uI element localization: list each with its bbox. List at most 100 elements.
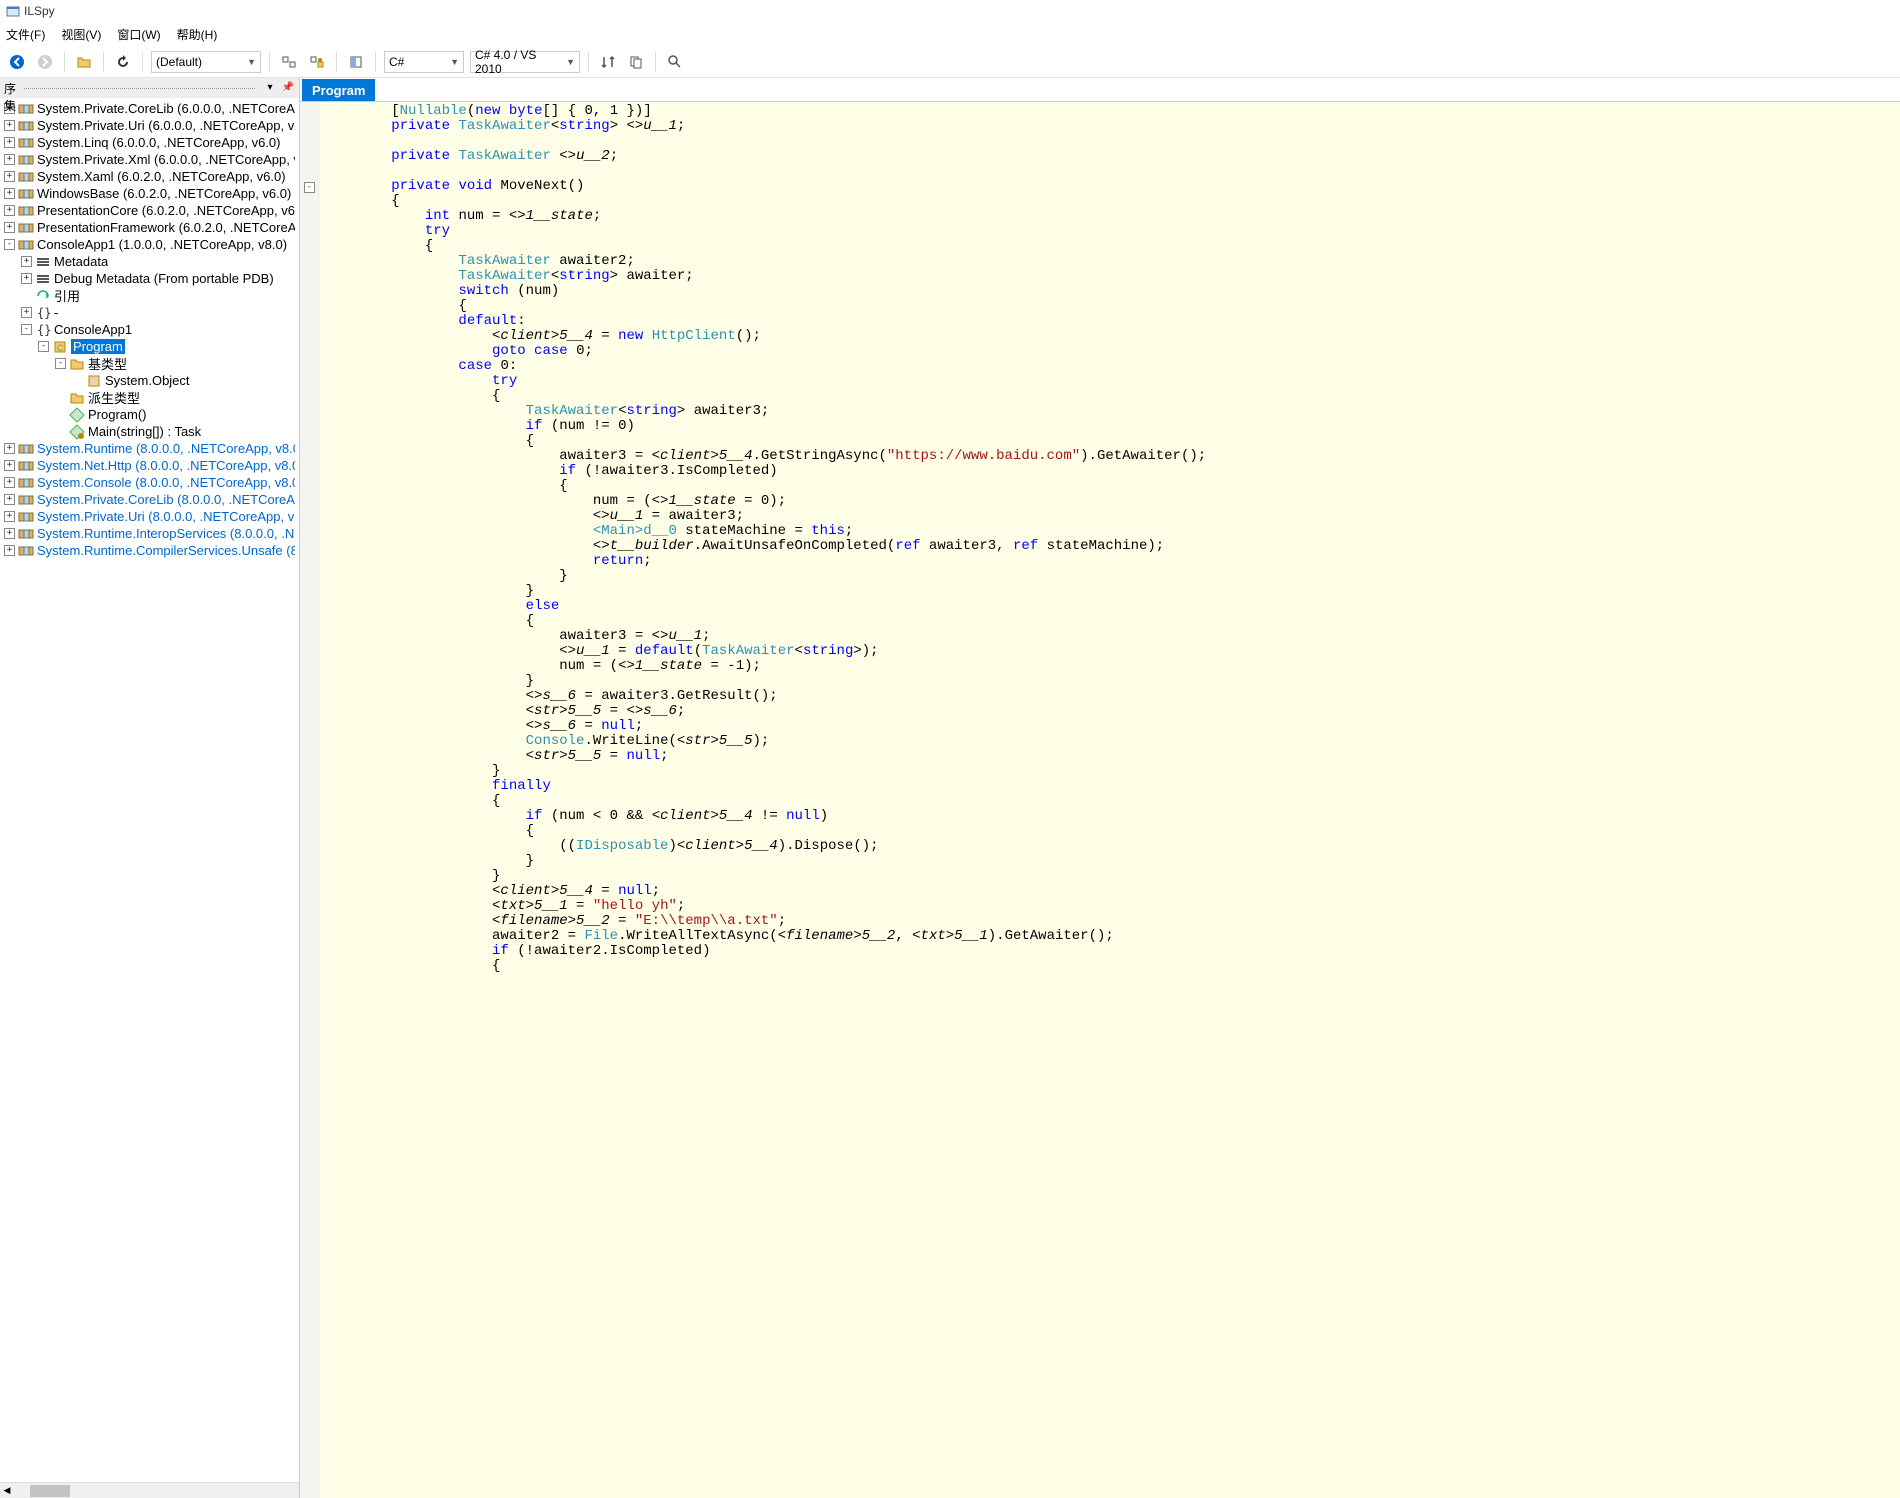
svg-text:{}: {}: [37, 323, 51, 337]
asm-icon: [18, 186, 34, 202]
assembly-list-combo[interactable]: (Default)▼: [151, 51, 261, 73]
expand-toggle-icon[interactable]: +: [4, 443, 15, 454]
refresh-button[interactable]: [112, 51, 134, 73]
tree-label: System.Xaml (6.0.2.0, .NETCoreApp, v6.0): [37, 169, 286, 184]
tree-label: 派生类型: [88, 388, 140, 407]
tree-row[interactable]: 派生类型: [0, 389, 299, 406]
code-text[interactable]: [Nullable(new byte[] { 0, 1 })] private …: [320, 102, 1900, 1498]
expand-toggle-icon[interactable]: +: [4, 137, 15, 148]
expand-toggle-icon[interactable]: +: [4, 171, 15, 182]
panel-header: 程序集 ▾ 📌: [0, 78, 299, 98]
expand-toggle-icon[interactable]: +: [21, 307, 32, 318]
tree-row[interactable]: +PresentationFramework (6.0.2.0, .NETCor…: [0, 219, 299, 236]
tree-row[interactable]: + System.Runtime.CompilerServices.Unsafe …: [0, 542, 299, 559]
tree-label: PresentationCore (6.0.2.0, .NETCoreApp, …: [37, 203, 295, 218]
expand-toggle-icon[interactable]: +: [4, 188, 15, 199]
expand-toggle-icon[interactable]: +: [4, 511, 15, 522]
privacy-button[interactable]: [306, 51, 328, 73]
tree-row[interactable]: + PresentationCore (6.0.2.0, .NETCoreApp,…: [0, 202, 299, 219]
tree-label: Metadata: [54, 254, 108, 269]
tree-row[interactable]: +System.Private.CoreLib (6.0.0.0, .NETCo…: [0, 100, 299, 117]
tree-row[interactable]: +System.Console (8.0.0.0, .NETCoreApp, v…: [0, 474, 299, 491]
main-area: 程序集 ▾ 📌 + System.Private.CoreLib (6.0.0.0…: [0, 78, 1900, 1498]
back-button[interactable]: [6, 51, 28, 73]
tree-label: System.Object: [105, 373, 190, 388]
ns-icon: {}: [35, 305, 51, 321]
panel-dropdown-icon[interactable]: ▾: [263, 81, 277, 95]
expand-toggle-icon[interactable]: +: [4, 460, 15, 471]
tree-row[interactable]: +WindowsBase (6.0.2.0, .NETCoreApp, v6.0…: [0, 185, 299, 202]
expand-toggle-icon[interactable]: -: [38, 341, 49, 352]
menu-file[interactable]: 文件(F): [6, 26, 45, 43]
separator: [103, 52, 104, 72]
content-area: Program - [Nullable(new byte[] { 0, 1 })…: [300, 78, 1900, 1498]
tree-row[interactable]: 引用: [0, 287, 299, 304]
tree-row[interactable]: +{}-: [0, 304, 299, 321]
meta-icon: [35, 254, 51, 270]
tree-row[interactable]: +System.Private.Uri (8.0.0.0, .NETCoreAp…: [0, 508, 299, 525]
forward-button[interactable]: [34, 51, 56, 73]
expand-toggle-icon[interactable]: +: [4, 154, 15, 165]
tree-label: System.Private.Uri (6.0.0.0, .NETCoreApp…: [37, 118, 295, 133]
asm-icon: [18, 152, 34, 168]
expand-toggle-icon[interactable]: +: [4, 545, 15, 556]
expand-toggle-icon[interactable]: -: [55, 358, 66, 369]
panel-pin-icon[interactable]: 📌: [281, 81, 295, 95]
expand-toggle-icon[interactable]: +: [4, 222, 15, 233]
menu-view[interactable]: 视图(V): [61, 26, 101, 43]
asm-icon: [18, 441, 34, 457]
tree-row[interactable]: Main(string[]) : Task: [0, 423, 299, 440]
tree-row[interactable]: +System.Private.CoreLib (8.0.0.0, .NETCo…: [0, 491, 299, 508]
asm-icon: [18, 135, 34, 151]
tree-row[interactable]: + System.Xaml (6.0.2.0, .NETCoreApp, v6.0…: [0, 168, 299, 185]
tree-row[interactable]: + System.Private.Uri (6.0.0.0, .NETCoreAp…: [0, 117, 299, 134]
tree-hscrollbar[interactable]: ◀: [0, 1482, 299, 1498]
fold-icon: [69, 356, 85, 372]
expand-toggle-icon[interactable]: +: [4, 205, 15, 216]
expand-toggle-icon[interactable]: +: [21, 256, 32, 267]
assembly-tree[interactable]: + System.Private.CoreLib (6.0.0.0, .NETCo…: [0, 98, 299, 1482]
expand-toggle-icon[interactable]: -: [4, 239, 15, 250]
tree-row[interactable]: -CProgram: [0, 338, 299, 355]
tree-row[interactable]: Program(): [0, 406, 299, 423]
tree-row[interactable]: -{}ConsoleApp1: [0, 321, 299, 338]
tree-row[interactable]: +Debug Metadata (From portable PDB): [0, 270, 299, 287]
tree-row[interactable]: +System.Runtime (8.0.0.0, .NETCoreApp, v…: [0, 440, 299, 457]
sort-button[interactable]: [278, 51, 300, 73]
tree-row[interactable]: +System.Net.Http (8.0.0.0, .NETCoreApp, …: [0, 457, 299, 474]
tree-label: System.Private.CoreLib (6.0.0.0, .NETCor…: [37, 101, 295, 116]
language-version-combo[interactable]: C# 4.0 / VS 2010▼: [470, 51, 580, 73]
tree-row[interactable]: +System.Private.Xml (6.0.0.0, .NETCoreAp…: [0, 151, 299, 168]
tree-label: ConsoleApp1 (1.0.0.0, .NETCoreApp, v8.0): [37, 237, 287, 252]
expand-toggle-icon[interactable]: -: [21, 324, 32, 335]
tree-row[interactable]: System.Object: [0, 372, 299, 389]
tree-row[interactable]: +System.Runtime.InteropServices (8.0.0.0…: [0, 525, 299, 542]
tree-row[interactable]: + Metadata: [0, 253, 299, 270]
language-combo[interactable]: C#▼: [384, 51, 464, 73]
tree-row[interactable]: - 基类型: [0, 355, 299, 372]
sort-tree-button[interactable]: [597, 51, 619, 73]
code-viewer[interactable]: - [Nullable(new byte[] { 0, 1 })] privat…: [300, 102, 1900, 1498]
tree-row[interactable]: - ConsoleApp1 (1.0.0.0, .NETCoreApp, v8.0…: [0, 236, 299, 253]
asm-icon: [18, 526, 34, 542]
expand-toggle-icon[interactable]: +: [21, 273, 32, 284]
tab-program[interactable]: Program: [302, 79, 375, 101]
tree-label: System.Runtime.CompilerServices.Unsafe (…: [37, 543, 295, 558]
tree-row[interactable]: +System.Linq (6.0.0.0, .NETCoreApp, v6.0…: [0, 134, 299, 151]
menu-window[interactable]: 窗口(W): [117, 26, 160, 43]
search-button[interactable]: [664, 51, 686, 73]
tree-label: 基类型: [88, 354, 127, 373]
fold-toggle-icon[interactable]: -: [304, 182, 315, 193]
meth2-icon: [69, 424, 85, 440]
menu-help[interactable]: 帮助(H): [177, 26, 218, 43]
toggle-button[interactable]: [345, 51, 367, 73]
asm-icon: [18, 509, 34, 525]
expand-toggle-icon[interactable]: +: [4, 120, 15, 131]
expand-toggle-icon[interactable]: +: [4, 528, 15, 539]
tree-label: Main(string[]) : Task: [88, 424, 201, 439]
tree-label: -: [54, 305, 58, 320]
open-button[interactable]: [73, 51, 95, 73]
expand-toggle-icon[interactable]: +: [4, 477, 15, 488]
copy-button[interactable]: [625, 51, 647, 73]
expand-toggle-icon[interactable]: +: [4, 494, 15, 505]
